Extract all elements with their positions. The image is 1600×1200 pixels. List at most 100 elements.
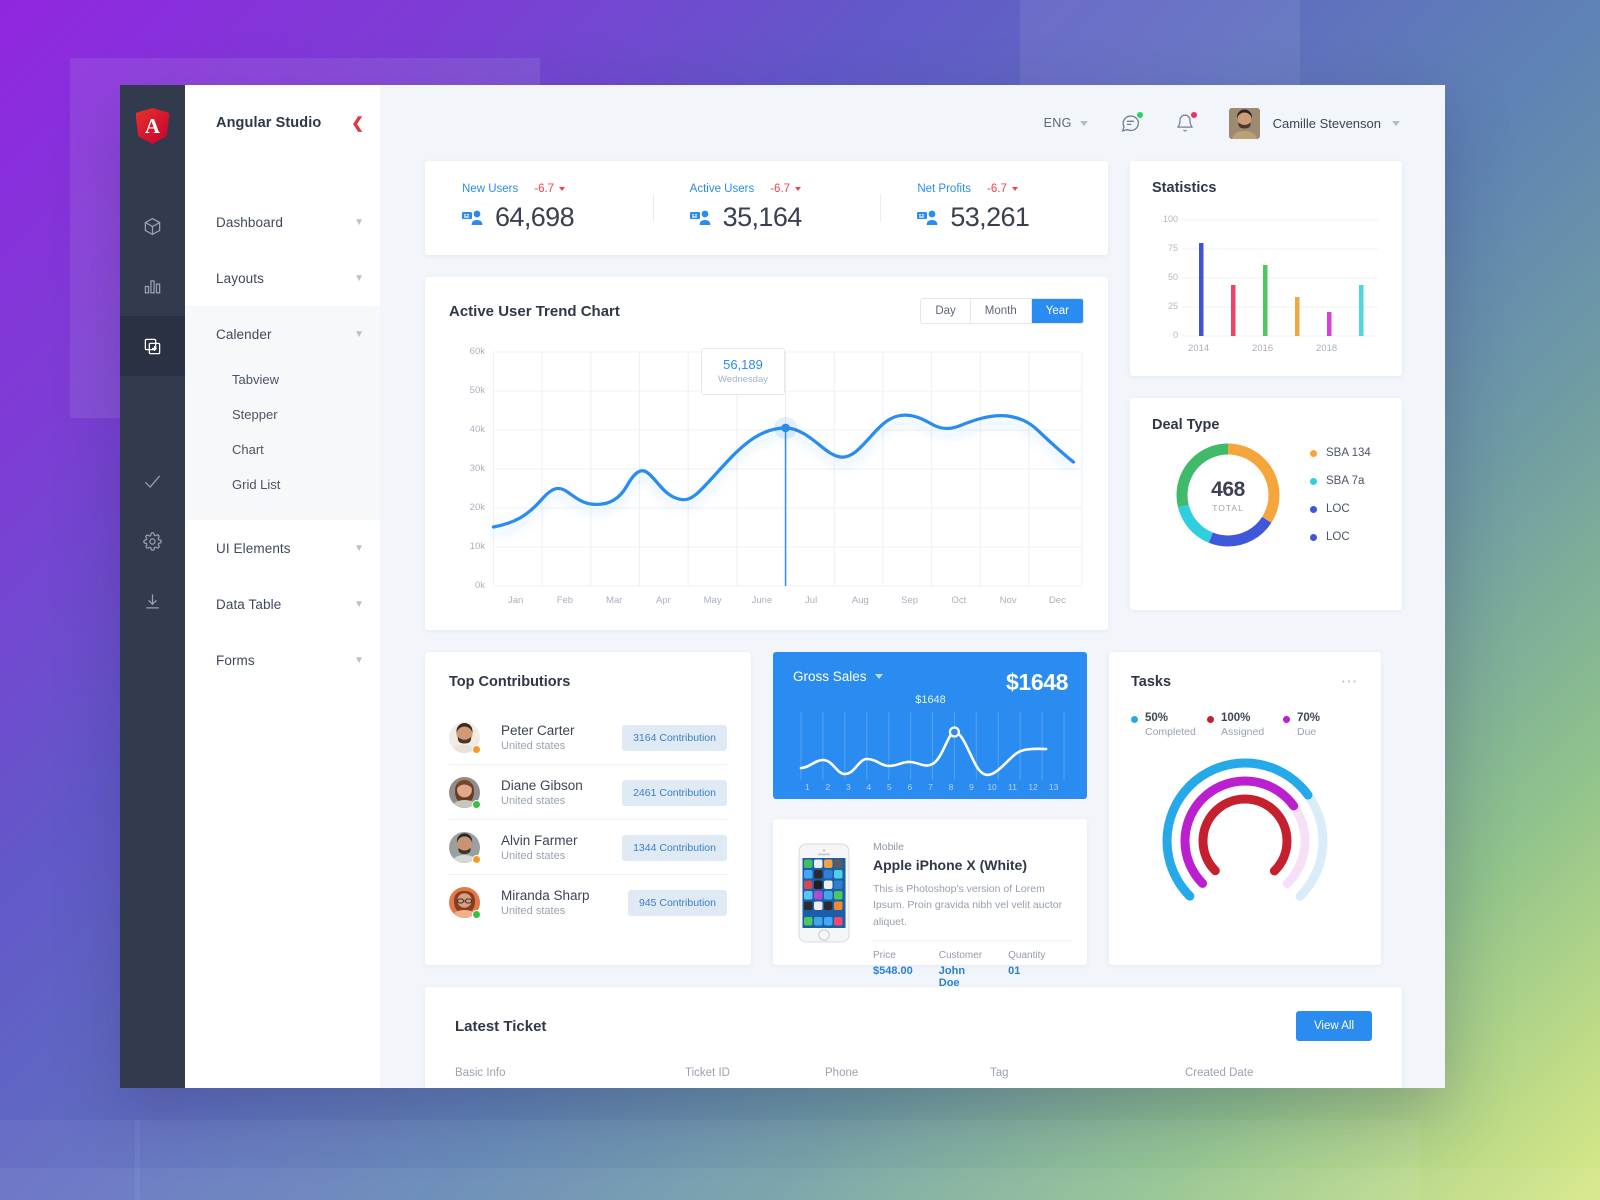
contribution-badge: 1344 Contribution xyxy=(622,834,727,861)
sidebar-item-calender[interactable]: Calender ▼ xyxy=(185,306,380,362)
task-pct: 50% xyxy=(1145,712,1169,724)
contributor-country: United states xyxy=(501,795,566,807)
language-selector[interactable]: ENG xyxy=(1044,116,1088,130)
column-header-basic-info: Basic Info xyxy=(455,1067,506,1079)
task-label: Assigned xyxy=(1221,726,1265,738)
deal-type-legend: SBA 134 SBA 7a LOC LOC xyxy=(1310,447,1371,543)
chevron-down-icon: ▼ xyxy=(354,216,364,228)
bar-chart-icon[interactable] xyxy=(120,256,185,316)
deal-type-title: Deal Type xyxy=(1152,417,1220,433)
sidebar-submenu-calender: Tabview Stepper Chart Grid List xyxy=(185,362,380,520)
avatar[interactable] xyxy=(1228,107,1260,139)
list-item[interactable]: Peter Carter United states 3164 Contribu… xyxy=(449,710,727,765)
sidebar-item-dashboard[interactable]: Dashboard ▼ xyxy=(185,194,380,250)
chevron-down-icon: ▼ xyxy=(354,654,364,666)
chevron-down-icon xyxy=(1079,120,1088,126)
kpi-label: Active Users xyxy=(689,183,755,195)
right-column: Statistics 100 75 50 25 0 2014 2016 2018… xyxy=(1130,161,1402,630)
chevron-down-icon xyxy=(874,674,883,679)
sidebar-item-label: Layouts xyxy=(216,270,264,286)
product-card: Mobile Apple iPhone X (White) This is Ph… xyxy=(773,819,1087,989)
gear-icon[interactable] xyxy=(120,511,185,571)
users-icon xyxy=(462,209,484,226)
tooltip-sub: Wednesday xyxy=(718,374,768,385)
sidebar-item-chart[interactable]: Chart xyxy=(185,432,380,467)
sidebar-item-tabview[interactable]: Tabview xyxy=(185,362,380,397)
statistics-card: Statistics 100 75 50 25 0 2014 2016 2018 xyxy=(1130,161,1402,376)
gross-sales-card: Gross Sales $1648 $1648 1 2 3 4 5 6 7 8 … xyxy=(773,652,1087,799)
range-month[interactable]: Month xyxy=(970,299,1032,323)
legend-label: SBA 7a xyxy=(1326,475,1365,487)
main-area: ENG Camille Stevenson New Users -6.7 64,… xyxy=(380,85,1445,1088)
trend-chart-plot: 60k 50k 40k 30k 20k 10k 0k Jan Feb Mar A… xyxy=(449,340,1084,615)
sidebar-item-forms[interactable]: Forms ▼ xyxy=(185,632,380,688)
contributor-country: United states xyxy=(501,850,566,862)
chevron-down-icon: ▼ xyxy=(354,272,364,284)
download-icon[interactable] xyxy=(120,571,185,631)
chevron-down-icon[interactable] xyxy=(1392,120,1400,126)
contributor-country: United states xyxy=(501,905,566,917)
kpi-card: New Users -6.7 64,698 Active Users -6.7 … xyxy=(425,161,1108,255)
copy-add-icon[interactable] xyxy=(120,316,185,376)
contributors-column: Top Contributiors Peter Carter United st… xyxy=(425,652,751,965)
meta-value: 01 xyxy=(1008,964,1021,977)
chevron-left-icon[interactable]: ❮ xyxy=(351,116,364,131)
users-icon xyxy=(689,209,712,226)
product-meta: Price $548.00 Customer John Doe Quantity… xyxy=(873,950,1071,989)
dashboard-content: New Users -6.7 64,698 Active Users -6.7 … xyxy=(380,161,1445,1088)
contributor-country: United states xyxy=(501,740,566,752)
status-badge xyxy=(472,745,481,754)
sidebar-item-label: Data Table xyxy=(216,596,282,612)
more-horizontal-icon[interactable]: ⋯ xyxy=(1341,673,1360,690)
contribution-badge: 945 Contribution xyxy=(627,889,727,916)
gross-sales-selector[interactable]: Gross Sales xyxy=(793,669,883,684)
legend-label: SBA 134 xyxy=(1326,447,1371,459)
sidebar-item-layouts[interactable]: Layouts ▼ xyxy=(185,250,380,306)
list-item[interactable]: Alvin Farmer United states 1344 Contribu… xyxy=(449,820,727,875)
meta-key: Quantity xyxy=(1008,949,1046,961)
deal-type-donut: 468 TOTAL xyxy=(1174,441,1282,549)
list-item[interactable]: Miranda Sharp United states 945 Contribu… xyxy=(449,875,727,929)
task-legend-completed: 50% Completed xyxy=(1131,712,1207,738)
gross-sales-plot: $1648 1 2 3 4 5 6 7 8 9 10 11 12 13 xyxy=(793,694,1068,799)
legend-label: LOC xyxy=(1326,503,1350,515)
contributors-list: Peter Carter United states 3164 Contribu… xyxy=(449,710,727,929)
column-header-phone: Phone xyxy=(825,1067,859,1079)
legend-dot xyxy=(1310,505,1317,513)
task-legend-assigned: 100% Assigned xyxy=(1207,712,1283,738)
message-icon[interactable] xyxy=(1120,111,1143,134)
chevron-down-icon: ▼ xyxy=(354,328,364,340)
sidebar-item-stepper[interactable]: Stepper xyxy=(185,397,380,432)
bell-icon[interactable] xyxy=(1175,112,1197,133)
avatar xyxy=(449,777,481,809)
sidebar-item-label: Dashboard xyxy=(216,214,283,230)
kpi-value: 35,164 xyxy=(722,202,803,232)
status-badge xyxy=(472,910,481,919)
range-day[interactable]: Day xyxy=(921,299,971,323)
contributor-name: Alvin Farmer xyxy=(501,833,578,848)
check-icon[interactable] xyxy=(120,451,185,511)
tooltip-value: 56,189 xyxy=(723,357,763,372)
contributor-name: Diane Gibson xyxy=(501,778,583,793)
status-badge xyxy=(472,855,481,864)
avatar xyxy=(449,887,481,919)
list-item[interactable]: Diane Gibson United states 2461 Contribu… xyxy=(449,765,727,820)
sidebar-item-data-table[interactable]: Data Table ▼ xyxy=(185,576,380,632)
view-all-button[interactable]: View All xyxy=(1295,1011,1372,1041)
divider xyxy=(873,939,1072,941)
users-icon xyxy=(917,209,939,226)
brand-title: Angular Studio xyxy=(216,115,322,131)
kpi-delta-value: -6.7 xyxy=(770,183,791,195)
statistics-title: Statistics xyxy=(1152,180,1217,196)
product-quantity: Quantity 01 xyxy=(1008,950,1045,989)
sidebar: Angular Studio ❮ Dashboard ▼ Layouts ▼ C… xyxy=(185,85,380,1088)
kpi-value: 64,698 xyxy=(495,202,575,232)
sidebar-item-ui-elements[interactable]: UI Elements ▼ xyxy=(185,520,380,576)
range-year[interactable]: Year xyxy=(1031,299,1083,323)
task-pct: 100% xyxy=(1221,712,1251,724)
legend-dot xyxy=(1131,716,1138,723)
language-label: ENG xyxy=(1043,116,1072,130)
tasks-card: Tasks ⋯ 50% Completed 100% Assigned 70% … xyxy=(1109,652,1381,965)
cube-icon[interactable] xyxy=(120,196,185,256)
sidebar-item-grid-list[interactable]: Grid List xyxy=(185,467,380,502)
